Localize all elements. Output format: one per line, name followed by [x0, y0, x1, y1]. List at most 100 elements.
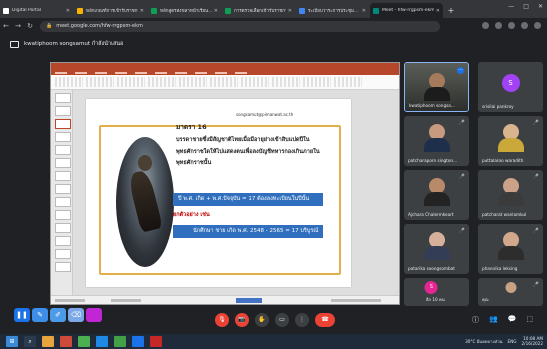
office-app-icon[interactable] [60, 336, 72, 347]
ribbon-groups [51, 75, 399, 89]
chrome-icon[interactable] [78, 336, 90, 347]
raise-hand-button[interactable]: ✋ [255, 313, 269, 327]
people-icon[interactable]: 👥 [489, 315, 498, 325]
clock[interactable]: 10:08 AM 2/16/2022 [522, 336, 543, 346]
participant-name: srisilai pankroy [482, 104, 514, 109]
browser-tab[interactable]: การตรวจเลือกเข้ารับราชการทหาร...✕ [222, 3, 295, 18]
profile-avatar-icon[interactable] [521, 22, 528, 29]
slide-canvas: songsamut@pimanwat.ac.th มาตรา 16 บรรดาช… [73, 90, 399, 295]
mic-muted-icon: 🎤 [532, 282, 539, 288]
participant-name: patcharaporn sington... [408, 158, 458, 163]
extensions-icon[interactable] [508, 22, 515, 29]
participant-tile[interactable]: 🎤 patcharaporn sington... [404, 116, 469, 166]
shared-screen: songsamut@pimanwat.ac.th มาตรา 16 บรรดาช… [50, 62, 400, 305]
url-text: meet.google.com/hfw-rrgpsm-ekm [56, 23, 143, 29]
slide-email: songsamut@pimanwat.ac.th [236, 112, 294, 117]
eraser-icon[interactable]: ⌫ [68, 308, 84, 322]
start-icon[interactable]: ⊞ [6, 336, 18, 347]
slide-thumbnail [55, 184, 71, 194]
participant-name: kwatiphoom songsa... [409, 103, 455, 108]
color-picker-icon[interactable] [86, 308, 102, 322]
close-tab-icon[interactable]: ✕ [436, 8, 440, 14]
meeting-controls: 🎙 📷 ✋ ▭ ⋮ ☎ [215, 313, 335, 327]
tab-favicon-icon [225, 7, 231, 14]
camera-button[interactable]: 📷 [235, 313, 249, 327]
powerpoint-status-bar [51, 295, 399, 304]
participant-tile[interactable]: S srisilai pankroy [478, 62, 543, 112]
slide-thumbnail [55, 132, 71, 142]
slide-thumbnail [55, 210, 71, 220]
close-tab-icon[interactable]: ✕ [362, 8, 366, 14]
presenting-icon [10, 40, 19, 48]
meeting-side-controls: ⓘ 👥 💬 ⬚ [472, 315, 533, 325]
microphone-button[interactable]: 🎙 [215, 313, 229, 327]
forward-icon[interactable]: → [12, 22, 24, 30]
participant-name: คุณ [482, 297, 489, 302]
url-input[interactable]: 🔒 meet.google.com/hfw-rrgpsm-ekm [40, 20, 440, 32]
camera-permission-icon[interactable] [482, 22, 489, 29]
powerpoint-icon[interactable] [150, 336, 162, 347]
slide-formula-bar: ปี พ.ศ. เกิด + พ.ศ.ปัจจุบัน = 17 ต้องลงท… [173, 193, 323, 206]
participant-tile[interactable]: 🎤 patarika soongsombat [404, 224, 469, 274]
highlighter-icon[interactable]: ✐ [50, 308, 66, 322]
browser-tab[interactable]: ระเบียบวาระการประชุม... ✕ [296, 3, 369, 18]
browser-tab[interactable]: หลักเกณฑ์การเข้ารับราชการทหาร...✕ [74, 3, 147, 18]
chat-icon[interactable]: 💬 [508, 315, 517, 325]
end-call-button[interactable]: ☎ [315, 313, 335, 327]
mic-muted-icon: 🎤 [458, 120, 465, 126]
tab-title: การตรวจเลือกเข้ารับราชการทหาร... [234, 9, 286, 14]
browser-tab[interactable]: Digital Portal ✕ [0, 3, 73, 18]
others-count: อีก 10 คน [426, 297, 445, 302]
language-indicator[interactable]: ENG [507, 339, 516, 344]
slide-body-text: บรรดาชายซึ่งมีสัญชาติไทยเมื่อมีอายุย่างเ… [176, 137, 320, 166]
edge-icon[interactable] [96, 336, 108, 347]
slide-example-bar: นักศึกษา ชาย เกิด พ.ศ. 2548 - 2565 = 17 … [173, 225, 323, 238]
browser-tab-active[interactable]: Meet - hfw-rrgpsm-ekm ✕ [370, 3, 443, 18]
participant-name: phannika leksing [482, 266, 518, 271]
close-tab-icon[interactable]: ✕ [66, 8, 70, 14]
bookmark-star-icon[interactable] [495, 22, 502, 29]
slide-thumbnail [55, 158, 71, 168]
minimize-button[interactable]: — [508, 3, 514, 10]
close-tab-icon[interactable]: ✕ [214, 8, 218, 14]
slide-thumbnail [55, 119, 71, 129]
participant-name: puttalaroo waradith [482, 158, 524, 163]
participant-tile[interactable]: ⋯ kwatiphoom songsa... [404, 62, 469, 112]
activities-icon[interactable]: ⬚ [526, 315, 533, 325]
screen: Digital Portal ✕ หลักเกณฑ์การเข้ารับราชกา… [0, 0, 547, 349]
participant-tile[interactable]: 🎤 puttalaroo waradith [478, 116, 543, 166]
system-tray: 30°C มีแดดบางส่วน ENG 10:08 AM 2/16/2022 [465, 336, 543, 346]
info-icon[interactable]: ⓘ [472, 315, 479, 325]
participant-tile[interactable]: 🎤 phannika leksing [478, 224, 543, 274]
reload-icon[interactable]: ↻ [24, 22, 36, 30]
participant-tile[interactable]: 🎤 patcharat wanlamkul [478, 170, 543, 220]
more-options-button[interactable]: ⋮ [295, 313, 309, 327]
pause-icon[interactable]: ❚❚ [14, 308, 30, 322]
present-button[interactable]: ▭ [275, 313, 289, 327]
participant-tile[interactable]: 🎤 Ajchara Chalermkeart [404, 170, 469, 220]
slide: songsamut@pimanwat.ac.th มาตรา 16 บรรดาช… [86, 99, 351, 287]
participant-body [497, 192, 524, 206]
word-icon[interactable] [132, 336, 144, 347]
more-options-icon[interactable]: ⋯ [457, 67, 464, 74]
windows-taskbar: ⊞ ⌕ 30°C มีแดดบางส่วน ENG 10:08 AM 2/16/… [0, 334, 547, 349]
mic-muted-icon: 🎤 [532, 228, 539, 234]
browser-menu-icon[interactable] [534, 22, 541, 29]
self-tile[interactable]: 🎤 คุณ [478, 278, 543, 306]
maximize-button[interactable]: □ [523, 3, 529, 10]
soldier-photo [116, 137, 174, 267]
close-tab-icon[interactable]: ✕ [288, 8, 292, 14]
search-icon[interactable]: ⌕ [24, 336, 36, 347]
close-window-button[interactable]: ✕ [538, 3, 543, 10]
pen-tool-icon[interactable]: ✎ [32, 308, 48, 322]
browser-tab[interactable]: หลักสูตรสงขลาหน้าเรียน... ✕ [148, 3, 221, 18]
close-tab-icon[interactable]: ✕ [140, 8, 144, 14]
participant-body [423, 138, 450, 152]
others-tile[interactable]: S อีก 10 คน [404, 278, 469, 306]
back-icon[interactable]: ← [0, 22, 12, 30]
file-explorer-icon[interactable] [42, 336, 54, 347]
window-controls: — □ ✕ [508, 3, 543, 10]
new-tab-button[interactable]: + [444, 3, 458, 18]
line-app-icon[interactable] [114, 336, 126, 347]
weather-status[interactable]: 30°C มีแดดบางส่วน [465, 338, 502, 345]
